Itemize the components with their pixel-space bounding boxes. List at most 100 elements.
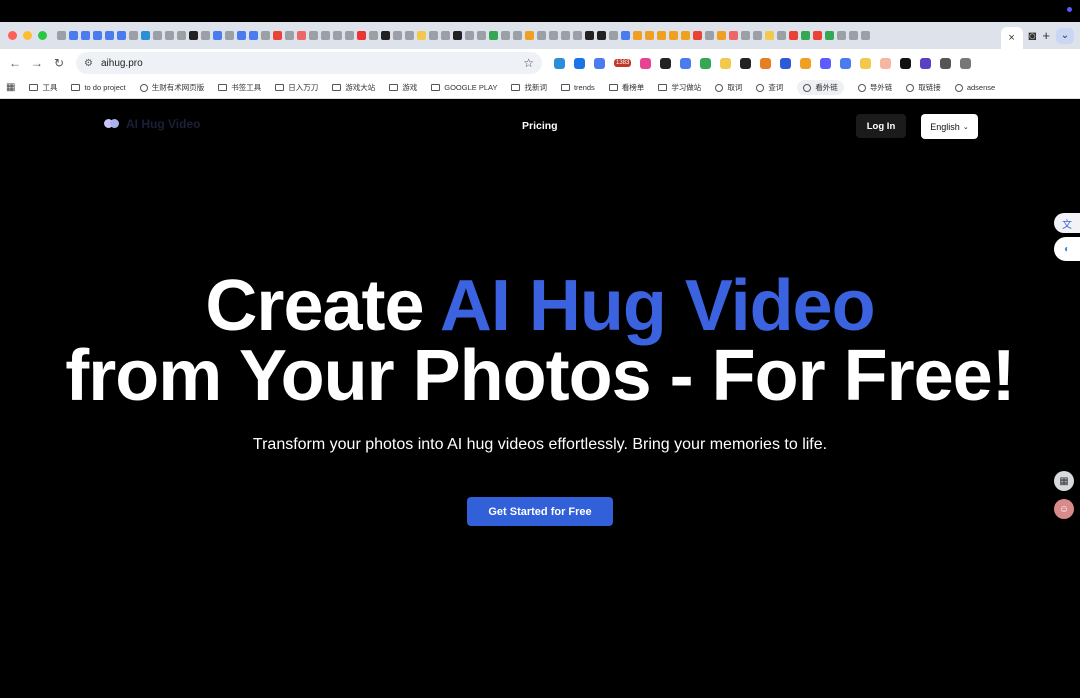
tab-favicon-icon[interactable] [489,31,498,40]
language-select[interactable]: English ⌄ [921,114,978,139]
tab-favicon-icon[interactable] [333,31,342,40]
tab-favicon-icon[interactable] [849,31,858,40]
site-settings-icon[interactable]: ⚙ [84,58,93,69]
tab-favicon-icon[interactable] [381,31,390,40]
tab-favicon-icon[interactable] [105,31,114,40]
extension-icon[interactable] [574,57,585,69]
tab-search-button[interactable]: ⌄ [1056,27,1074,44]
tab-favicon-icon[interactable] [165,31,174,40]
tab-favicon-icon[interactable] [309,31,318,40]
tab-favicon-icon[interactable] [861,31,870,40]
extension-icon[interactable] [740,57,752,69]
tab-favicon-icon[interactable] [765,31,774,40]
tab-favicon-icon[interactable] [117,31,126,40]
extension-icon[interactable] [594,57,605,69]
tab-favicon-icon[interactable] [753,31,762,40]
bookmark-item[interactable]: 找新词 [511,82,547,93]
extension-icon[interactable] [780,57,792,69]
bookmark-item[interactable]: 看榜单 [608,82,644,93]
bookmark-item[interactable]: 生财有术网页版 [139,82,204,93]
tab-favicon-icon[interactable] [285,31,294,40]
tab-favicon-icon[interactable] [369,31,378,40]
extension-icon[interactable] [640,57,652,69]
tab-favicon-icon[interactable] [237,31,246,40]
tab-favicon-icon[interactable] [585,31,594,40]
bookmark-item[interactable]: 取词 [715,82,742,93]
extension-icon[interactable] [920,57,932,69]
chat-widget-icon[interactable]: ☺ [1054,499,1074,519]
forward-icon[interactable]: → [26,56,48,70]
tab-favicon-icon[interactable] [321,31,330,40]
extension-icon[interactable] [760,57,772,69]
tab-favicon-icon[interactable] [825,31,834,40]
site-logo[interactable]: AI Hug Video [104,117,200,131]
tab-favicon-icon[interactable] [129,31,138,40]
tab-favicon-icon[interactable] [777,31,786,40]
tab-favicon-icon[interactable] [621,31,630,40]
tab-favicon-icon[interactable] [345,31,354,40]
tab-favicon-icon[interactable] [597,31,606,40]
extension-icon[interactable] [880,57,892,69]
bookmark-item[interactable]: trends [560,83,595,92]
tab-favicon-icon[interactable] [93,31,102,40]
bookmark-item[interactable]: adsense [954,83,995,92]
tab-favicon-icon[interactable] [693,31,702,40]
tab-favicon-icon[interactable] [669,31,678,40]
tab-favicon-icon[interactable] [657,31,666,40]
tab-favicon-icon[interactable] [429,31,438,40]
tab-favicon-icon[interactable] [297,31,306,40]
extension-icon[interactable] [840,57,852,69]
tab-favicon-icon[interactable] [141,31,150,40]
tab-favicon-icon[interactable] [69,31,78,40]
tab-favicon-icon[interactable] [81,31,90,40]
tab-favicon-icon[interactable] [201,31,210,40]
extension-badge[interactable]: 1383 [614,59,632,67]
url-text[interactable]: aihug.pro [101,58,523,69]
tab-favicon-icon[interactable] [273,31,282,40]
tab-favicon-icon[interactable] [513,31,522,40]
bookmark-item[interactable]: 书签工具 [218,82,261,93]
extension-icon[interactable] [660,57,672,69]
tab-favicon-icon[interactable] [813,31,822,40]
bookmark-item[interactable]: to do project [71,83,126,92]
tab-favicon-icon[interactable] [465,31,474,40]
tab-favicon-icon[interactable] [189,31,198,40]
bookmark-item[interactable]: 游戏 [389,82,417,93]
tab-favicon-icon[interactable] [153,31,162,40]
tab-favicon-icon[interactable] [417,31,426,40]
bookmark-star-icon[interactable]: ☆ [523,56,534,70]
tab-favicon-icon[interactable] [573,31,582,40]
tab-favicon-icon[interactable] [741,31,750,40]
tab-favicon-icon[interactable] [633,31,642,40]
new-tab-button[interactable]: + [1042,28,1050,43]
tab-favicon-icon[interactable] [261,31,270,40]
tab-favicon-icon[interactable] [837,31,846,40]
extension-icon[interactable] [680,57,692,69]
tab-favicon-icon[interactable] [405,31,414,40]
address-bar[interactable]: ⚙ aihug.pro ☆ [76,52,542,74]
extension-icon[interactable] [820,57,832,69]
assistant-icon[interactable]: ◐ [1054,237,1080,261]
bookmark-item[interactable]: GOOGLE PLAY [431,83,497,92]
translate-icon[interactable]: 文 [1054,213,1080,233]
tab-favicon-icon[interactable] [609,31,618,40]
extension-icon[interactable] [700,57,712,69]
close-window-button[interactable] [8,31,17,40]
tab-favicon-icon[interactable] [57,31,66,40]
extension-icon[interactable] [900,57,912,69]
maximize-window-button[interactable] [38,31,47,40]
bookmark-item[interactable]: 导外链 [857,82,892,93]
tab-favicon-icon[interactable] [717,31,726,40]
extension-icon[interactable] [960,57,972,69]
bookmark-item[interactable]: 学习做站 [658,82,701,93]
bookmark-item[interactable]: 游戏大站 [332,82,375,93]
tab-favicon-icon[interactable] [249,31,258,40]
bookmark-item[interactable]: 日入万刀 [275,82,318,93]
qr-code-icon[interactable]: ▦ [1054,471,1074,491]
extension-icon[interactable] [860,57,872,69]
tab-favicon-icon[interactable]: ◙ [1029,28,1037,43]
tab-favicon-icon[interactable] [501,31,510,40]
tab-favicon-icon[interactable] [789,31,798,40]
tab-favicon-icon[interactable] [441,31,450,40]
apps-grid-icon[interactable]: ▦ [6,82,15,93]
